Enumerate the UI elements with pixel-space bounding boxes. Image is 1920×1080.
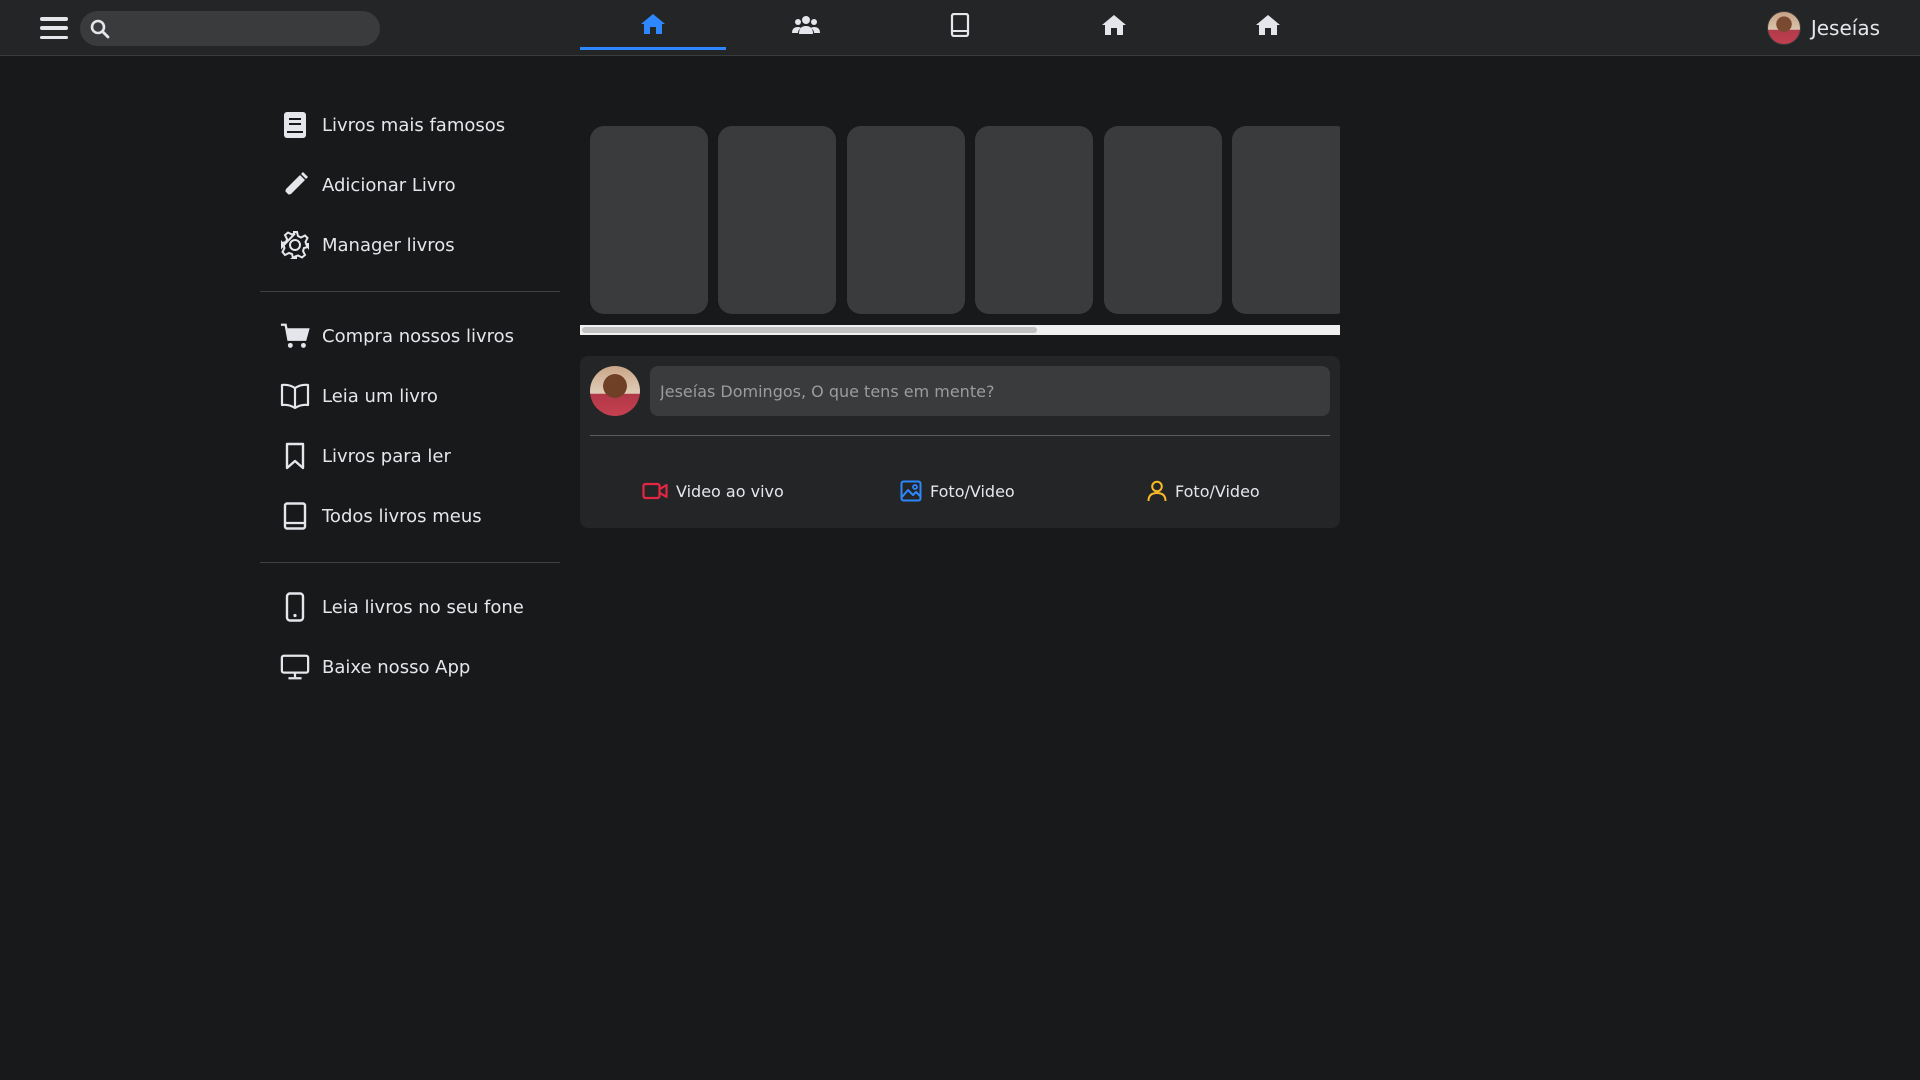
sidebar-item-label: Leia um livro bbox=[322, 385, 438, 407]
tab-home[interactable] bbox=[580, 0, 726, 50]
home-icon bbox=[1102, 15, 1126, 35]
image-icon bbox=[900, 480, 922, 502]
open-book-icon bbox=[280, 381, 310, 411]
post-divider bbox=[590, 435, 1330, 436]
story-card[interactable] bbox=[1232, 126, 1340, 314]
tab-groups[interactable] bbox=[733, 0, 879, 50]
tab-home-3[interactable] bbox=[1195, 0, 1341, 50]
desktop-icon bbox=[280, 652, 310, 682]
stories-scrollbar[interactable] bbox=[580, 325, 1340, 335]
book-icon bbox=[280, 110, 310, 140]
tab-home-2[interactable] bbox=[1041, 0, 1187, 50]
home-icon bbox=[641, 13, 665, 34]
story-card[interactable] bbox=[847, 126, 965, 314]
sidebar-item-label: Livros para ler bbox=[322, 445, 451, 467]
scrollbar-thumb[interactable] bbox=[582, 327, 1037, 333]
user-profile-button[interactable]: Jeseías bbox=[1766, 10, 1880, 46]
search-bar[interactable] bbox=[80, 11, 380, 46]
post-input[interactable] bbox=[650, 366, 1330, 416]
sidebar-item-livros-mais-famosos[interactable]: Livros mais famosos bbox=[260, 95, 560, 155]
sidebar-item-baixe-nosso-app[interactable]: Baixe nosso App bbox=[260, 637, 560, 697]
sidebar-item-adicionar-livro[interactable]: Adicionar Livro bbox=[260, 155, 560, 215]
stories-carousel bbox=[590, 126, 1340, 314]
phone-icon bbox=[280, 592, 310, 622]
top-navigation-bar: Jeseías bbox=[0, 0, 1920, 56]
story-card[interactable] bbox=[1104, 126, 1222, 314]
sidebar: Livros mais famosos Adicionar Livro Mana… bbox=[260, 95, 560, 697]
sidebar-divider bbox=[260, 291, 560, 292]
home-icon bbox=[1256, 15, 1280, 35]
sidebar-item-label: Livros mais famosos bbox=[322, 114, 506, 136]
pencil-icon bbox=[280, 170, 310, 200]
gear-icon bbox=[280, 230, 310, 260]
avatar bbox=[1766, 11, 1801, 45]
sidebar-item-leia-um-livro[interactable]: Leia um livro bbox=[260, 366, 560, 426]
sidebar-item-label: Compra nossos livros bbox=[322, 325, 515, 347]
user-name: Jeseías bbox=[1810, 16, 1880, 40]
tab-books[interactable] bbox=[887, 0, 1033, 50]
action-label: Foto/Video bbox=[930, 481, 1015, 501]
users-icon bbox=[792, 16, 820, 34]
sidebar-item-label: Todos livros meus bbox=[322, 505, 482, 527]
action-label: Video ao vivo bbox=[676, 481, 784, 501]
sidebar-item-label: Manager livros bbox=[322, 234, 455, 256]
cart-icon bbox=[280, 321, 310, 351]
user-icon bbox=[1147, 480, 1167, 502]
sidebar-item-livros-para-ler[interactable]: Livros para ler bbox=[260, 426, 560, 486]
action-label: Foto/Video bbox=[1175, 481, 1260, 501]
create-post-card: Video ao vivo Foto/Video Foto/Video bbox=[580, 356, 1340, 528]
search-input[interactable] bbox=[120, 11, 370, 46]
book-outline-icon bbox=[280, 501, 310, 531]
tag-person-button[interactable]: Foto/Video bbox=[1147, 471, 1260, 511]
sidebar-item-manager-livros[interactable]: Manager livros bbox=[260, 215, 560, 275]
sidebar-divider bbox=[260, 562, 560, 563]
sidebar-item-label: Leia livros no seu fone bbox=[322, 596, 524, 618]
photo-video-button[interactable]: Foto/Video bbox=[900, 471, 1015, 511]
book-icon bbox=[950, 13, 970, 37]
sidebar-item-label: Adicionar Livro bbox=[322, 174, 456, 196]
sidebar-item-label: Baixe nosso App bbox=[322, 656, 471, 678]
sidebar-item-todos-livros-meus[interactable]: Todos livros meus bbox=[260, 486, 560, 546]
story-card[interactable] bbox=[975, 126, 1093, 314]
sidebar-item-leia-livros-no-seu-fone[interactable]: Leia livros no seu fone bbox=[260, 577, 560, 637]
bookmark-icon bbox=[280, 441, 310, 471]
sidebar-item-compra-nossos-livros[interactable]: Compra nossos livros bbox=[260, 306, 560, 366]
story-card[interactable] bbox=[590, 126, 708, 314]
search-icon bbox=[90, 19, 110, 39]
avatar bbox=[590, 366, 640, 416]
live-video-button[interactable]: Video ao vivo bbox=[642, 471, 784, 511]
video-camera-icon bbox=[642, 482, 668, 500]
story-card[interactable] bbox=[718, 126, 836, 314]
hamburger-menu-icon[interactable] bbox=[40, 14, 68, 42]
